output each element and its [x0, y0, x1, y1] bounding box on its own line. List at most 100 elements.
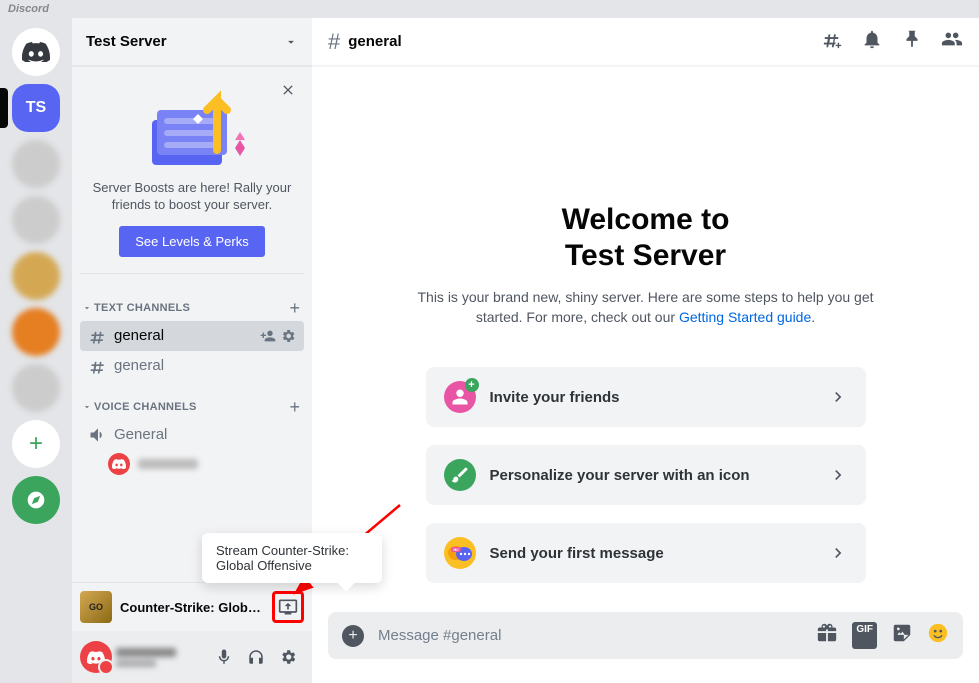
chevron-right-icon	[828, 543, 848, 563]
chevron-right-icon	[828, 387, 848, 407]
activity-game-icon: GO	[80, 591, 112, 623]
boost-button[interactable]: See Levels & Perks	[119, 226, 264, 257]
channel-name: general	[114, 327, 254, 344]
chat-body: Welcome to Test Server This is your bran…	[312, 66, 979, 612]
screen-share-icon	[278, 597, 298, 617]
guild-item[interactable]	[12, 364, 60, 412]
voice-user-name	[138, 459, 198, 469]
chat-channel-name: general	[348, 33, 401, 50]
sticker-button[interactable]	[891, 622, 913, 649]
hash-icon	[88, 326, 108, 346]
discord-logo-icon	[87, 651, 105, 664]
invite-icon[interactable]	[260, 328, 276, 344]
settings-button[interactable]	[272, 641, 304, 673]
stream-tooltip: Stream Counter-Strike: Global Offensive	[202, 533, 382, 583]
hash-icon: #	[328, 29, 340, 55]
welcome-text: This is your brand new, shiny server. He…	[396, 288, 896, 327]
voice-user-avatar	[108, 453, 130, 475]
bell-icon	[861, 28, 883, 50]
server-header[interactable]: Test Server	[72, 18, 312, 66]
discord-logo-icon	[22, 42, 50, 62]
invite-friends-card[interactable]: + Invite your friends	[426, 367, 866, 427]
action-label: Invite your friends	[490, 389, 814, 406]
welcome-section: Welcome to Test Server This is your bran…	[396, 202, 896, 327]
gear-icon	[279, 648, 297, 666]
guild-item[interactable]	[12, 140, 60, 188]
action-label: Send your first message	[490, 545, 814, 562]
people-icon	[941, 28, 963, 50]
deafen-button[interactable]	[240, 641, 272, 673]
members-button[interactable]	[941, 28, 963, 55]
activity-name: Counter-Strike: Global ...	[120, 600, 264, 615]
add-text-channel-button[interactable]: +	[289, 298, 300, 319]
channel-general[interactable]: general	[80, 321, 304, 351]
explore-button[interactable]	[12, 476, 60, 524]
pinned-button[interactable]	[901, 28, 923, 55]
gear-icon[interactable]	[280, 328, 296, 344]
headphones-icon	[247, 648, 265, 666]
pin-icon	[901, 28, 923, 50]
chevron-down-icon	[284, 35, 298, 49]
chat-icon: Hi!	[444, 537, 476, 569]
activity-panel: Stream Counter-Strike: Global Offensive …	[72, 582, 312, 631]
stream-button[interactable]	[272, 591, 304, 623]
guild-item[interactable]	[12, 252, 60, 300]
add-voice-channel-button[interactable]: +	[289, 397, 300, 418]
svg-text:Hi!: Hi!	[453, 547, 458, 552]
chat-header: # general	[312, 18, 979, 66]
titlebar: Discord	[0, 0, 979, 18]
voice-user[interactable]	[80, 450, 304, 478]
boost-card: Server Boosts are here! Rally your frien…	[80, 74, 304, 274]
paint-icon	[444, 459, 476, 491]
chat-content: # general Welcome to Test Server This	[312, 18, 979, 683]
user-info	[116, 648, 204, 667]
notifications-button[interactable]	[861, 28, 883, 55]
add-server-button[interactable]: +	[12, 420, 60, 468]
threads-icon	[821, 28, 843, 50]
emoji-button[interactable]	[927, 622, 949, 649]
getting-started-link[interactable]: Getting Started guide	[679, 309, 811, 325]
message-composer: + GIF	[312, 612, 979, 683]
emoji-icon	[927, 622, 949, 644]
channel-sidebar: Test Server	[72, 18, 312, 683]
category-text-channels[interactable]: TEXT CHANNELS +	[80, 282, 304, 321]
mic-icon	[215, 648, 233, 666]
attach-button[interactable]: +	[342, 625, 364, 647]
category-voice-channels[interactable]: VOICE CHANNELS +	[80, 381, 304, 420]
compass-icon	[26, 490, 46, 510]
sticker-icon	[891, 622, 913, 644]
guild-test-server[interactable]: TS	[12, 84, 60, 132]
boost-illustration	[88, 90, 296, 170]
server-name: Test Server	[86, 33, 167, 50]
threads-button[interactable]	[821, 28, 843, 55]
app-title: Discord	[8, 3, 49, 15]
gift-icon	[816, 622, 838, 644]
message-input[interactable]	[378, 627, 802, 644]
channel-name: general	[114, 357, 296, 374]
boost-text: Server Boosts are here! Rally your frien…	[88, 180, 296, 214]
voice-channel-general[interactable]: General	[80, 420, 304, 450]
hash-icon	[88, 356, 108, 376]
close-boost-button[interactable]	[280, 82, 296, 103]
guild-item[interactable]	[12, 308, 60, 356]
speaker-icon	[88, 425, 108, 445]
guild-item[interactable]	[12, 196, 60, 244]
user-avatar[interactable]	[80, 641, 112, 673]
send-message-card[interactable]: Hi! Send your first message	[426, 523, 866, 583]
invite-icon: +	[444, 381, 476, 413]
home-button[interactable]	[12, 28, 60, 76]
gift-button[interactable]	[816, 622, 838, 649]
voice-channel-name: General	[114, 426, 296, 443]
action-label: Personalize your server with an icon	[490, 467, 814, 484]
channel-general-2[interactable]: general	[80, 351, 304, 381]
personalize-card[interactable]: Personalize your server with an icon	[426, 445, 866, 505]
mute-button[interactable]	[208, 641, 240, 673]
gif-button[interactable]: GIF	[852, 622, 877, 649]
chevron-right-icon	[828, 465, 848, 485]
close-icon	[280, 82, 296, 98]
chevron-down-icon	[82, 303, 92, 313]
welcome-title: Welcome to Test Server	[396, 202, 896, 274]
discord-logo-icon	[112, 459, 126, 469]
action-cards: + Invite your friends Personalize your s…	[426, 367, 866, 583]
guild-sidebar: TS +	[0, 18, 72, 683]
